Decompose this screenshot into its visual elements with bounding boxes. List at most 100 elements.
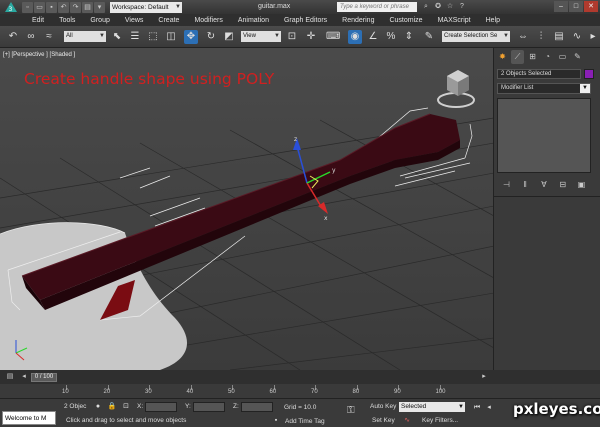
x-coord-field[interactable] bbox=[145, 402, 177, 412]
named-selection-dropdown[interactable]: Create Selection Se ▼ bbox=[442, 31, 510, 42]
menu-maxscript[interactable]: MAXScript bbox=[438, 17, 471, 24]
menu-graph-editors[interactable]: Graph Editors bbox=[284, 17, 327, 24]
quick-access-dropdown-icon[interactable]: ▾ bbox=[94, 1, 105, 13]
help-icon[interactable]: ? bbox=[457, 2, 467, 12]
remove-modifier-icon[interactable]: ⊟ bbox=[557, 179, 569, 190]
menu-rendering[interactable]: Rendering bbox=[342, 17, 374, 24]
mirror-icon[interactable]: ⇔ bbox=[516, 30, 530, 44]
lock-icon[interactable]: 🔒 bbox=[107, 402, 117, 412]
select-by-name-icon[interactable]: ☰ bbox=[128, 30, 142, 44]
edit-named-selections-icon[interactable]: ✎ bbox=[422, 30, 436, 44]
save-file-icon[interactable]: ▪ bbox=[46, 1, 57, 13]
star-icon[interactable]: ☆ bbox=[445, 2, 455, 12]
hierarchy-tab-icon[interactable]: ⊞ bbox=[526, 50, 539, 64]
rect-selection-icon[interactable]: ⬚ bbox=[146, 30, 160, 44]
minimize-button[interactable]: – bbox=[554, 1, 568, 12]
track-bar-tick-label: 80 bbox=[352, 389, 360, 395]
unlink-icon[interactable]: ≈ bbox=[42, 30, 56, 44]
select-and-move-icon[interactable]: ✥ bbox=[184, 30, 198, 44]
object-name-field[interactable]: 2 Objects Selected bbox=[497, 69, 581, 79]
previous-frame-icon[interactable]: ◂ bbox=[484, 403, 494, 413]
time-tag-icon[interactable]: ▪ bbox=[271, 416, 281, 426]
window-crossing-icon[interactable]: ◫ bbox=[164, 30, 178, 44]
render-icon[interactable]: ▸ bbox=[586, 30, 600, 44]
angle-snap-icon[interactable]: ∠ bbox=[366, 30, 380, 44]
modifier-list-dropdown[interactable]: Modifier List ▼ bbox=[497, 83, 591, 94]
align-icon[interactable]: ⫶ bbox=[534, 30, 548, 44]
spinner-snap-icon[interactable]: ⇕ bbox=[402, 30, 416, 44]
menu-tools[interactable]: Tools bbox=[59, 17, 75, 24]
app-logo-icon[interactable]: 3 bbox=[0, 0, 22, 14]
link-icon[interactable]: ∞ bbox=[24, 30, 38, 44]
new-file-icon[interactable]: ▫ bbox=[22, 1, 33, 13]
maxscript-listener[interactable]: Welcome to M bbox=[2, 411, 56, 425]
select-object-icon[interactable]: ⬉ bbox=[110, 30, 124, 44]
pin-stack-icon[interactable]: ⊣ bbox=[500, 179, 512, 190]
modify-tab-icon[interactable]: ⟋ bbox=[511, 50, 524, 64]
select-and-rotate-icon[interactable]: ↻ bbox=[204, 30, 218, 44]
menu-edit[interactable]: Edit bbox=[32, 17, 44, 24]
layer-manager-icon[interactable]: ▤ bbox=[552, 30, 566, 44]
configure-modifier-sets-icon[interactable]: ▣ bbox=[576, 179, 588, 190]
set-key-button[interactable]: Set Key bbox=[372, 417, 395, 424]
go-to-start-icon[interactable]: ⏮ bbox=[472, 403, 482, 413]
percent-snap-icon[interactable]: % bbox=[384, 30, 398, 44]
guitar-handle-shape[interactable] bbox=[22, 114, 460, 300]
slider-prev-icon[interactable]: ◂ bbox=[18, 372, 30, 382]
menu-views[interactable]: Views bbox=[125, 17, 144, 24]
slider-next-icon[interactable]: ▸ bbox=[478, 372, 490, 382]
viewcube-icon[interactable] bbox=[437, 70, 475, 108]
manipulate-icon[interactable]: ✛ bbox=[304, 30, 318, 44]
track-bar[interactable]: 10 20 30 40 50 60 70 80 90 100 bbox=[0, 384, 600, 398]
search-icon[interactable]: ⌕ bbox=[421, 2, 431, 12]
key-mode-dropdown[interactable]: Selected ▼ bbox=[399, 402, 465, 412]
motion-tab-icon[interactable]: ◔ bbox=[541, 50, 554, 64]
utilities-tab-icon[interactable]: ✎ bbox=[571, 50, 584, 64]
snaps-toggle-icon[interactable]: ◉ bbox=[348, 30, 362, 44]
auto-key-button[interactable]: Auto Key bbox=[370, 403, 396, 410]
search-input[interactable]: Type a keyword or phrase bbox=[337, 2, 417, 12]
workspace-selector[interactable]: Workspace: Default ▼ bbox=[110, 1, 182, 13]
reference-coord-dropdown[interactable]: View ▼ bbox=[241, 31, 281, 42]
time-slider-thumb[interactable]: 0 / 100 bbox=[31, 373, 57, 382]
open-file-icon[interactable]: ▭ bbox=[34, 1, 45, 13]
track-bar-tick-label: 20 bbox=[103, 389, 111, 395]
selection-filter-dropdown[interactable]: All ▼ bbox=[64, 31, 106, 42]
perspective-viewport[interactable]: z x y [+] [Perspective ] [Shaded ] Creat… bbox=[0, 48, 494, 370]
close-button[interactable]: ✕ bbox=[584, 1, 598, 12]
isolate-selection-icon[interactable]: ● bbox=[93, 402, 103, 412]
show-end-result-icon[interactable]: ‖ bbox=[519, 179, 531, 190]
menu-group[interactable]: Group bbox=[90, 17, 109, 24]
pivot-center-icon[interactable]: ⊡ bbox=[285, 30, 299, 44]
display-tab-icon[interactable]: ▭ bbox=[556, 50, 569, 64]
keyboard-shortcut-icon[interactable]: ⌨ bbox=[326, 30, 340, 44]
z-coord-field[interactable] bbox=[241, 402, 273, 412]
make-unique-icon[interactable]: ∀ bbox=[538, 179, 550, 190]
undo-toolbar-icon[interactable]: ↶ bbox=[6, 30, 20, 44]
curve-editor-icon[interactable]: ∿ bbox=[570, 30, 584, 44]
menu-modifiers[interactable]: Modifiers bbox=[194, 17, 222, 24]
select-and-scale-icon[interactable]: ◩ bbox=[222, 30, 236, 44]
chevron-down-icon: ▼ bbox=[458, 404, 464, 410]
key-tangent-icon[interactable]: ∿ bbox=[402, 416, 412, 426]
create-tab-icon[interactable]: ✸ bbox=[496, 50, 509, 64]
time-slider[interactable]: ▤ ◂ 0 / 100 ▸ bbox=[0, 370, 600, 384]
absolute-mode-icon[interactable]: ⊡ bbox=[121, 402, 131, 412]
set-keys-icon[interactable]: ⚿ bbox=[347, 405, 355, 416]
undo-icon[interactable]: ↶ bbox=[58, 1, 69, 13]
project-folder-icon[interactable]: ▤ bbox=[82, 1, 93, 13]
y-coord-field[interactable] bbox=[193, 402, 225, 412]
subscription-icon[interactable]: ✪ bbox=[433, 2, 443, 12]
menu-animation[interactable]: Animation bbox=[238, 17, 269, 24]
menu-help[interactable]: Help bbox=[486, 17, 500, 24]
key-filters-button[interactable]: Key Filters... bbox=[422, 417, 458, 424]
redo-icon[interactable]: ↷ bbox=[70, 1, 81, 13]
object-color-swatch[interactable] bbox=[584, 69, 594, 79]
modifier-stack[interactable] bbox=[497, 98, 591, 173]
mini-curve-editor-icon[interactable]: ▤ bbox=[4, 372, 16, 382]
menu-create[interactable]: Create bbox=[158, 17, 179, 24]
menu-customize[interactable]: Customize bbox=[389, 17, 422, 24]
add-time-tag[interactable]: Add Time Tag bbox=[285, 418, 325, 425]
viewport-label[interactable]: [+] [Perspective ] [Shaded ] bbox=[3, 52, 75, 58]
maximize-button[interactable]: □ bbox=[569, 1, 583, 12]
